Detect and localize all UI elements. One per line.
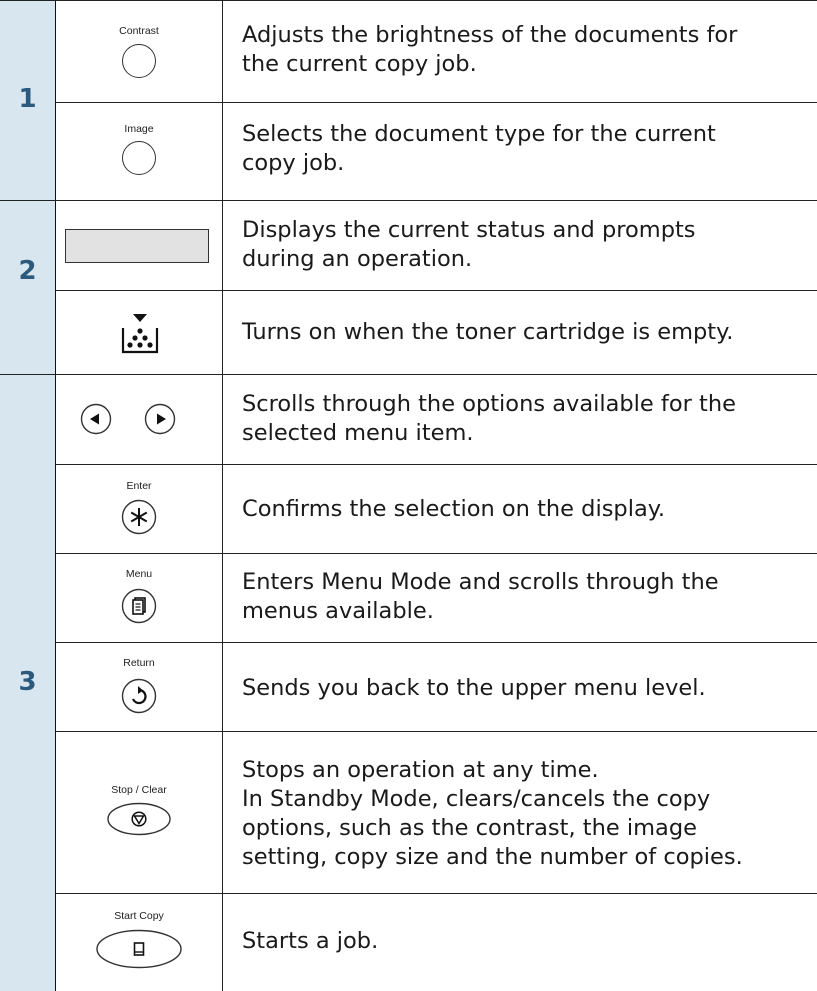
scroll-arrows-icon [80,403,176,435]
menu-button-icon [121,588,157,624]
contrast-label: Contrast [119,25,159,37]
contrast-button-cell: Contrast [57,0,221,102]
image-button-icon [122,141,156,175]
enter-button-cell: Enter [57,464,221,553]
lcd-display-cell [57,200,221,290]
return-button-icon [121,678,157,714]
section-number-1: 1 [18,84,37,114]
section-band-2 [0,201,56,374]
column-divider [222,0,223,991]
section-number-3: 3 [18,667,37,697]
image-label: Image [124,123,154,135]
menu-description: Enters Menu Mode and scrolls through the… [242,569,719,624]
lcd-description: Displays the current status and prompts d… [242,217,696,272]
contrast-description: Adjusts the brightness of the documents … [242,22,738,77]
lcd-display-icon [65,229,209,263]
image-button-cell: Image [57,102,221,200]
toner-description: Turns on when the toner cartridge is emp… [242,319,734,345]
return-button-cell: Return [57,642,221,731]
enter-button-icon [121,499,157,535]
start-copy-label: Start Copy [114,910,164,922]
scroll-arrows-cell [57,374,221,464]
enter-description: Confirms the selection on the display. [242,496,666,522]
stop-clear-label: Stop / Clear [111,784,167,796]
enter-label: Enter [126,480,152,492]
start-copy-description: Starts a job. [242,928,379,954]
stop-clear-description: Stops an operation at any time. In Standb… [242,757,743,870]
scroll-description: Scrolls through the options available fo… [242,391,736,446]
return-label: Return [123,657,155,669]
menu-label: Menu [125,568,153,580]
section-number-2: 2 [18,256,37,286]
stop-clear-button-icon [107,802,171,836]
start-copy-button-icon [96,929,182,969]
toner-empty-icon [121,314,159,354]
start-copy-button-cell: Start Copy [57,893,221,991]
stop-clear-button-cell: Stop / Clear [57,731,221,893]
toner-empty-cell [57,290,221,374]
return-description: Sends you back to the upper menu level. [242,675,706,701]
image-description: Selects the document type for the curren… [242,121,716,176]
menu-button-cell: Menu [57,553,221,642]
contrast-button-icon [122,44,156,78]
